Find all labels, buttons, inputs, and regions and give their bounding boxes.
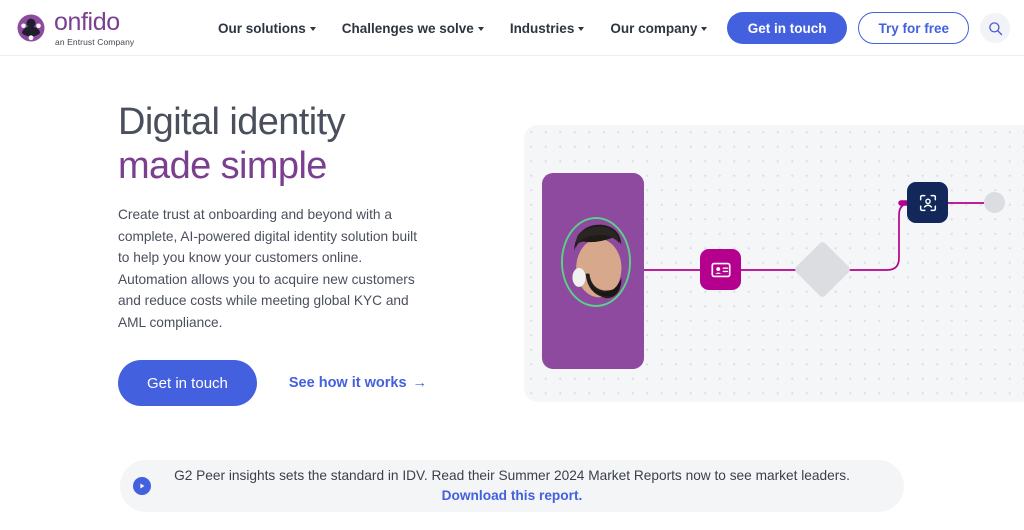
face-outline-icon <box>561 217 631 307</box>
download-report-link[interactable]: Download this report. <box>166 486 858 506</box>
headline-line-1: Digital identity <box>118 101 346 143</box>
face-scan-node[interactable] <box>907 182 948 223</box>
chevron-down-icon <box>578 27 585 31</box>
nav-label: Challenges we solve <box>341 20 474 36</box>
id-card-node[interactable] <box>700 249 741 290</box>
search-icon <box>988 21 1002 35</box>
nav-item-our-solutions[interactable]: Our solutions <box>205 0 329 56</box>
user-face-photo <box>563 219 629 304</box>
headline-line-2: made simple <box>118 145 327 187</box>
hero-illustration <box>524 125 1024 402</box>
search-button[interactable] <box>980 13 1010 43</box>
nav-label: Our solutions <box>218 20 306 36</box>
hero-cta-group: Get in touch See how it works → <box>118 360 448 406</box>
hero-section: Digital identity made simple Create trus… <box>0 56 1024 530</box>
site-header: onfido an Entrust Company Our solutions … <box>0 0 1024 56</box>
hero-copy: Digital identity made simple Create trus… <box>118 100 448 406</box>
chevron-down-icon <box>309 27 316 31</box>
face-scan-icon <box>919 194 936 211</box>
page-title: Digital identity made simple <box>118 100 448 188</box>
promo-banner-message: G2 Peer insights sets the standard in ID… <box>174 468 850 483</box>
selfie-capture-card <box>542 173 644 369</box>
page-root: onfido an Entrust Company Our solutions … <box>0 0 1024 530</box>
nav-label: Industries <box>509 20 575 36</box>
header-actions: Get in touch Try for free <box>726 0 1010 56</box>
play-circle-icon <box>133 477 151 495</box>
see-how-it-works-link[interactable]: See how it works → <box>289 375 427 391</box>
nav-item-challenges-we-solve[interactable]: Challenges we solve <box>329 0 497 56</box>
promo-banner: G2 Peer insights sets the standard in ID… <box>120 460 904 512</box>
chevron-down-icon <box>477 27 484 31</box>
nav-item-industries[interactable]: Industries <box>497 0 598 56</box>
logo-tagline: an Entrust Company <box>55 37 135 47</box>
hero-paragraph: Create trust at onboarding and beyond wi… <box>118 207 418 330</box>
hero-get-in-touch-button[interactable]: Get in touch <box>118 360 257 406</box>
promo-banner-text: G2 Peer insights sets the standard in ID… <box>120 466 904 506</box>
nav-item-our-company[interactable]: Our company <box>597 0 720 56</box>
onfido-circle-logo-icon <box>17 14 45 41</box>
earbud-icon <box>594 305 609 307</box>
header-try-for-free-button[interactable]: Try for free <box>858 12 969 44</box>
arrow-right-icon: → <box>412 375 428 391</box>
nav-label: Our company <box>610 20 698 36</box>
logo-link[interactable]: onfido an Entrust Company <box>16 8 134 47</box>
see-how-it-works-label: See how it works <box>288 375 407 391</box>
play-triangle-icon <box>140 483 145 489</box>
id-card-icon <box>710 262 731 277</box>
header-get-in-touch-button[interactable]: Get in touch <box>726 12 848 44</box>
logo-text: onfido an Entrust Company <box>54 8 135 48</box>
logo-wordmark: onfido <box>54 8 120 36</box>
endpoint-dot-icon <box>984 192 1005 213</box>
chevron-down-icon <box>701 27 708 31</box>
